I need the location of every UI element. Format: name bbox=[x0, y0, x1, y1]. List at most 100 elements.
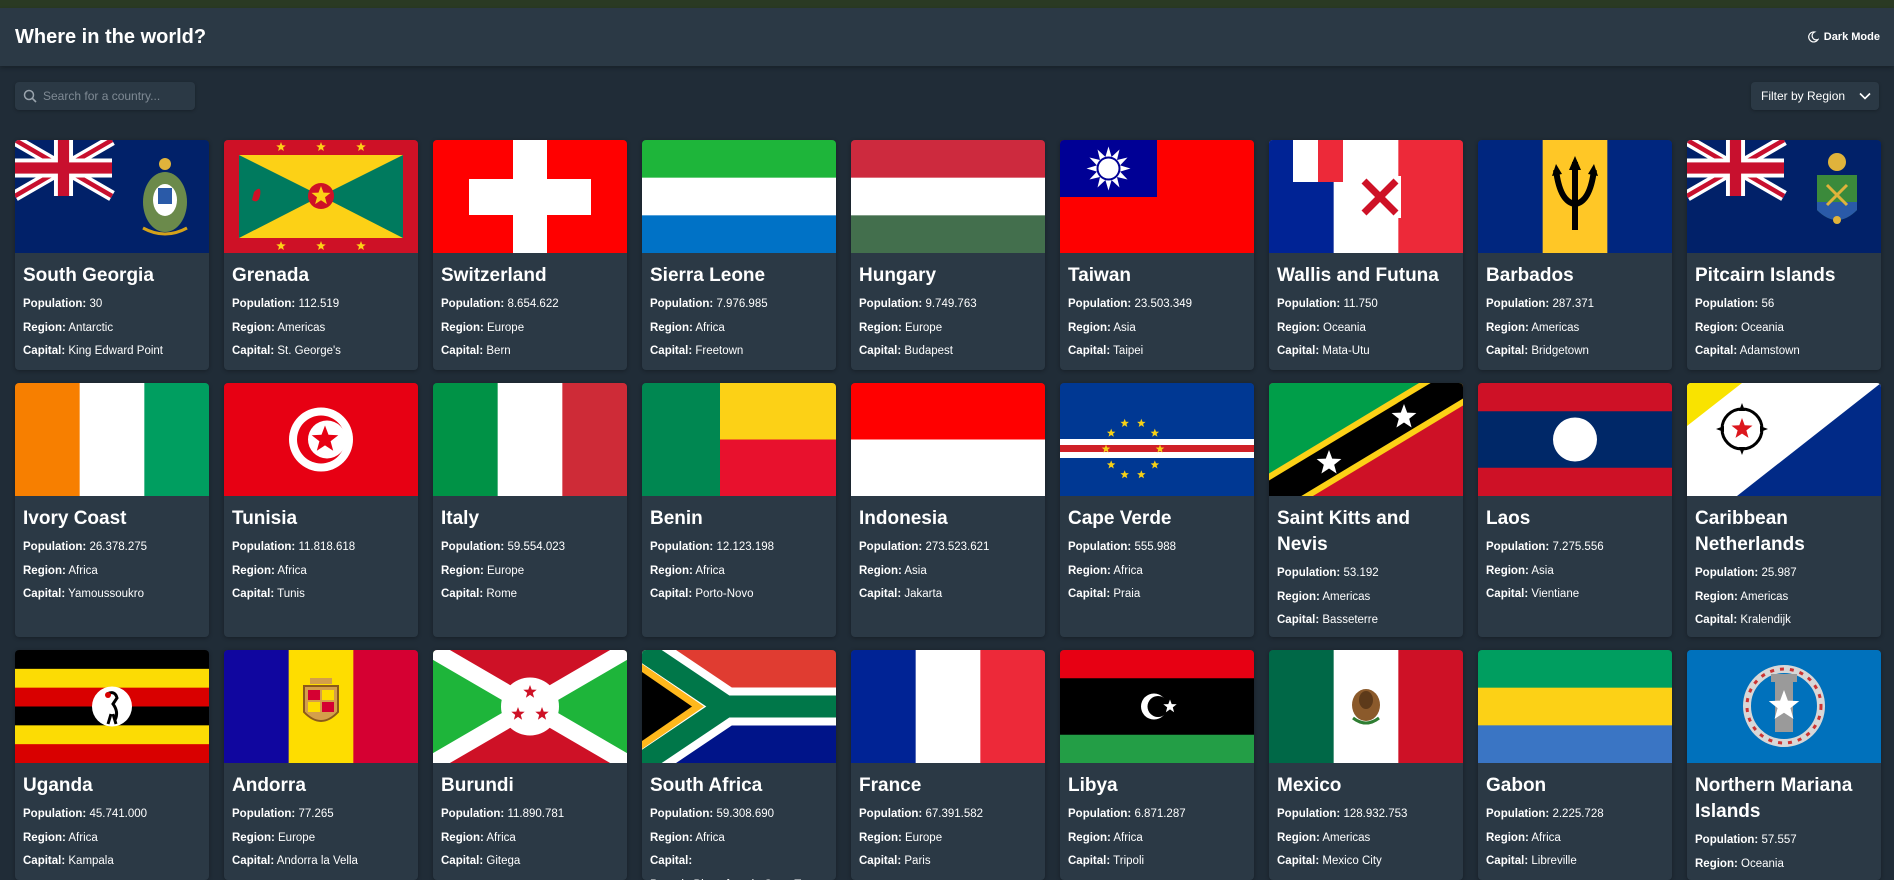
population-label: Population: bbox=[1486, 808, 1550, 820]
capital-label: Capital: bbox=[232, 588, 275, 600]
capital-row: Capital: Andorra la Vella bbox=[232, 850, 410, 874]
capital-value: Tripoli bbox=[1113, 855, 1145, 867]
country-card[interactable]: Laos Population: 7.275.556 Region: Asia … bbox=[1478, 383, 1672, 637]
region-value: Asia bbox=[1531, 564, 1554, 577]
population-label: Population: bbox=[232, 808, 296, 820]
country-info: Hungary Population: 9.749.763 Region: Eu… bbox=[851, 253, 1045, 370]
region-value: Africa bbox=[277, 564, 307, 577]
country-card[interactable]: Burundi Population: 11.890.781 Region: A… bbox=[433, 650, 627, 880]
country-card[interactable]: Barbados Population: 287.371 Region: Ame… bbox=[1478, 140, 1672, 370]
capital-value: Rome bbox=[486, 588, 518, 600]
population-row: Population: 112.519 bbox=[232, 293, 410, 317]
population-row: Population: 30 bbox=[23, 293, 201, 317]
dark-mode-toggle[interactable]: Dark Mode bbox=[1807, 31, 1880, 43]
country-card[interactable]: Wallis and Futuna Population: 11.750 Reg… bbox=[1269, 140, 1463, 370]
capital-label: Capital: bbox=[1068, 855, 1111, 867]
country-card[interactable]: Ivory Coast Population: 26.378.275 Regio… bbox=[15, 383, 209, 637]
country-card[interactable]: Taiwan Population: 23.503.349 Region: As… bbox=[1060, 140, 1254, 370]
population-value: 555.988 bbox=[1134, 541, 1177, 553]
flag-image bbox=[15, 383, 209, 496]
region-label: Region: bbox=[1486, 831, 1529, 844]
population-label: Population: bbox=[859, 808, 923, 820]
population-value: 77.265 bbox=[298, 808, 334, 820]
country-card[interactable]: South Africa Population: 59.308.690 Regi… bbox=[642, 650, 836, 880]
population-label: Population: bbox=[441, 808, 505, 820]
country-info: Gabon Population: 2.225.728 Region: Afri… bbox=[1478, 763, 1672, 880]
population-row: Population: 128.932.753 bbox=[1277, 803, 1455, 827]
country-card[interactable]: Libya Population: 6.871.287 Region: Afri… bbox=[1060, 650, 1254, 880]
country-card[interactable]: France Population: 67.391.582 Region: Eu… bbox=[851, 650, 1045, 880]
region-value: Europe bbox=[905, 321, 943, 334]
population-label: Population: bbox=[1068, 808, 1132, 820]
region-value: Americas bbox=[1322, 590, 1371, 603]
country-card[interactable]: Hungary Population: 9.749.763 Region: Eu… bbox=[851, 140, 1045, 370]
region-row: Region: Europe bbox=[859, 317, 1037, 341]
population-value: 11.750 bbox=[1343, 298, 1378, 310]
population-row: Population: 45.741.000 bbox=[23, 803, 201, 827]
capital-value: Tunis bbox=[277, 588, 305, 600]
country-card[interactable]: Grenada Population: 112.519 Region: Amer… bbox=[224, 140, 418, 370]
population-row: Population: 11.890.781 bbox=[441, 803, 619, 827]
country-card[interactable]: Italy Population: 59.554.023 Region: Eur… bbox=[433, 383, 627, 637]
population-label: Population: bbox=[23, 541, 87, 553]
population-row: Population: 53.192 bbox=[1277, 562, 1455, 586]
region-label: Region: bbox=[23, 321, 66, 334]
country-card[interactable]: Uganda Population: 45.741.000 Region: Af… bbox=[15, 650, 209, 880]
search-input[interactable] bbox=[41, 88, 185, 104]
capital-row: Capital: Bridgetown bbox=[1486, 340, 1664, 364]
population-value: 7.275.556 bbox=[1552, 541, 1604, 553]
country-card[interactable]: Andorra Population: 77.265 Region: Europ… bbox=[224, 650, 418, 880]
capital-label: Capital: bbox=[232, 855, 275, 867]
search-box[interactable] bbox=[15, 82, 195, 110]
country-card[interactable]: Northern Mariana Islands Population: 57.… bbox=[1687, 650, 1881, 880]
capital-row: Capital: Saipan bbox=[1695, 876, 1873, 880]
region-row: Region: Americas bbox=[1277, 827, 1455, 851]
population-label: Population: bbox=[650, 298, 714, 310]
region-label: Region: bbox=[650, 831, 693, 844]
country-card[interactable]: Saint Kitts and Nevis Population: 53.192… bbox=[1269, 383, 1463, 637]
country-card[interactable]: Indonesia Population: 273.523.621 Region… bbox=[851, 383, 1045, 637]
region-value: Africa bbox=[486, 831, 516, 844]
capital-label: Capital: bbox=[1068, 345, 1111, 357]
capital-row: Capital: Kampala bbox=[23, 850, 201, 874]
country-card[interactable]: Gabon Population: 2.225.728 Region: Afri… bbox=[1478, 650, 1672, 880]
country-card[interactable]: Caribbean Netherlands Population: 25.987… bbox=[1687, 383, 1881, 637]
country-card[interactable]: Benin Population: 12.123.198 Region: Afr… bbox=[642, 383, 836, 637]
region-value: Africa bbox=[1531, 831, 1561, 844]
region-value: Africa bbox=[695, 831, 725, 844]
population-label: Population: bbox=[859, 541, 923, 553]
region-value: Europe bbox=[278, 831, 316, 844]
region-label: Region: bbox=[232, 321, 275, 334]
top-strip bbox=[0, 0, 1894, 8]
capital-value: Budapest bbox=[904, 345, 953, 357]
region-label: Region: bbox=[1277, 831, 1320, 844]
region-row: Region: Oceania bbox=[1695, 853, 1873, 877]
country-card[interactable]: Switzerland Population: 8.654.622 Region… bbox=[433, 140, 627, 370]
region-filter-dropdown[interactable]: Filter by Region bbox=[1751, 82, 1879, 110]
population-label: Population: bbox=[1486, 298, 1550, 310]
region-value: Americas bbox=[277, 321, 326, 334]
country-name: Mexico bbox=[1277, 775, 1342, 796]
region-value: Africa bbox=[695, 321, 725, 334]
country-card[interactable]: Sierra Leone Population: 7.976.985 Regio… bbox=[642, 140, 836, 370]
region-row: Region: Africa bbox=[650, 317, 828, 341]
country-info: South Georgia Population: 30 Region: Ant… bbox=[15, 253, 209, 370]
country-card[interactable]: Mexico Population: 128.932.753 Region: A… bbox=[1269, 650, 1463, 880]
population-label: Population: bbox=[441, 541, 505, 553]
population-label: Population: bbox=[23, 298, 87, 310]
country-card[interactable]: Pitcairn Islands Population: 56 Region: … bbox=[1687, 140, 1881, 370]
app-title: Where in the world? bbox=[15, 25, 207, 48]
country-card[interactable]: Tunisia Population: 11.818.618 Region: A… bbox=[224, 383, 418, 637]
region-label: Region: bbox=[650, 321, 693, 334]
country-card[interactable]: Cape Verde Population: 555.988 Region: A… bbox=[1060, 383, 1254, 637]
region-label: Region: bbox=[1486, 321, 1529, 334]
region-label: Region: bbox=[1277, 321, 1320, 334]
country-info: Pitcairn Islands Population: 56 Region: … bbox=[1687, 253, 1881, 370]
flag-image bbox=[224, 650, 418, 763]
country-card[interactable]: South Georgia Population: 30 Region: Ant… bbox=[15, 140, 209, 370]
region-label: Region: bbox=[1486, 564, 1529, 577]
region-label: Region: bbox=[1068, 321, 1111, 334]
capital-row: Capital: Budapest bbox=[859, 340, 1037, 364]
population-row: Population: 2.225.728 bbox=[1486, 803, 1664, 827]
flag-image bbox=[15, 650, 209, 763]
